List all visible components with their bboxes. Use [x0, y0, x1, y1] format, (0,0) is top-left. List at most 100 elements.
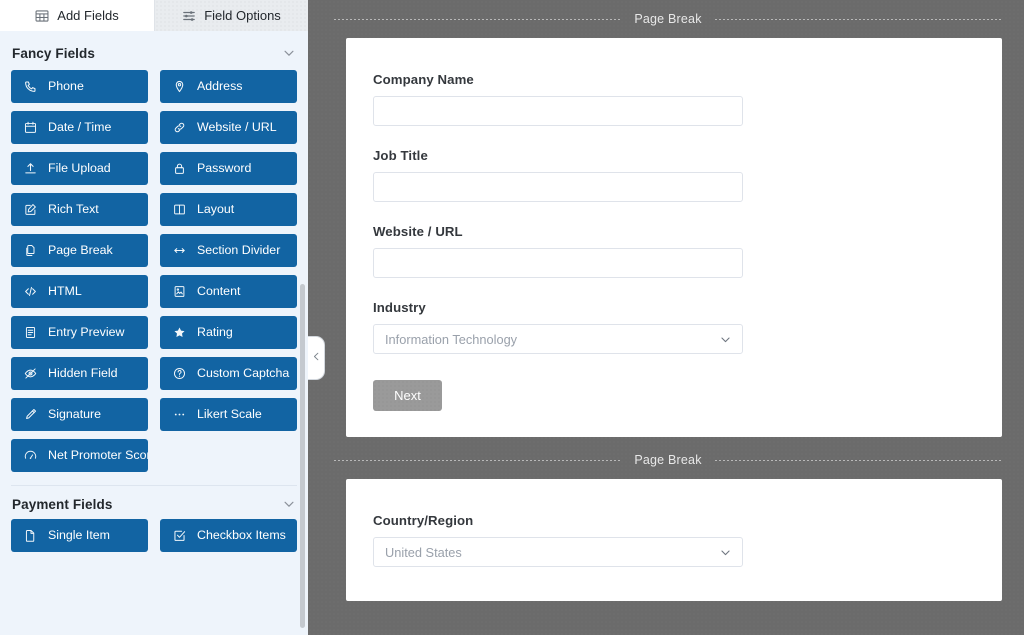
- field-label: Content: [197, 284, 241, 299]
- group-header-payment-fields[interactable]: Payment Fields: [11, 485, 297, 519]
- sidebar-scrollbar[interactable]: [300, 284, 305, 628]
- field-button-rich-text[interactable]: Rich Text: [11, 193, 148, 226]
- field-button-rating[interactable]: Rating: [160, 316, 297, 349]
- checkbox-icon: [172, 529, 186, 543]
- field-button-html[interactable]: HTML: [11, 275, 148, 308]
- field-label: Likert Scale: [197, 407, 262, 422]
- upload-icon: [23, 162, 37, 176]
- field-label-country-region: Country/Region: [373, 513, 474, 528]
- fancy-fields-grid: Phone Address Date / Time Website / URL …: [11, 70, 297, 474]
- pen-icon: [23, 408, 37, 422]
- columns-icon: [172, 203, 186, 217]
- company-name-input[interactable]: [373, 96, 743, 126]
- form-field-job-title[interactable]: Job Title: [373, 148, 975, 202]
- fields-list-scroll-area[interactable]: Fancy Fields Phone Address Date / Time W…: [0, 31, 308, 635]
- field-button-net-promoter-score[interactable]: Net Promoter Score: [11, 439, 148, 472]
- industry-select-value: Information Technology: [385, 331, 518, 347]
- form-page-two[interactable]: Country/Region United States: [346, 479, 1002, 601]
- country-region-select-value: United States: [385, 544, 462, 560]
- document-lines-icon: [23, 326, 37, 340]
- phone-icon: [23, 80, 37, 94]
- field-button-content[interactable]: Content: [160, 275, 297, 308]
- form-builder-app: Add Fields Field Options Fancy Fields Ph…: [0, 0, 1024, 635]
- field-label-job-title: Job Title: [373, 148, 428, 163]
- field-label: Date / Time: [48, 120, 112, 135]
- field-label: HTML: [48, 284, 82, 299]
- map-pin-icon: [172, 80, 186, 94]
- field-button-phone[interactable]: Phone: [11, 70, 148, 103]
- form-field-country-region[interactable]: Country/Region United States: [373, 513, 975, 567]
- field-button-date-time[interactable]: Date / Time: [11, 111, 148, 144]
- field-button-address[interactable]: Address: [160, 70, 297, 103]
- field-button-likert-scale[interactable]: Likert Scale: [160, 398, 297, 431]
- group-header-fancy-fields[interactable]: Fancy Fields: [11, 36, 297, 70]
- field-button-checkbox-items[interactable]: Checkbox Items: [160, 519, 297, 552]
- pages-icon: [23, 244, 37, 258]
- code-icon: [23, 285, 37, 299]
- field-label: Page Break: [48, 243, 113, 258]
- field-label: File Upload: [48, 161, 111, 176]
- page-break-divider-bottom[interactable]: Page Break: [320, 441, 1024, 479]
- field-button-hidden-field[interactable]: Hidden Field: [11, 357, 148, 390]
- panel-tabs: Add Fields Field Options: [0, 0, 308, 31]
- field-label: Password: [197, 161, 252, 176]
- next-button[interactable]: Next: [373, 380, 442, 411]
- industry-select[interactable]: Information Technology: [373, 324, 743, 354]
- job-title-input[interactable]: [373, 172, 743, 202]
- field-button-website-url[interactable]: Website / URL: [160, 111, 297, 144]
- pencil-square-icon: [23, 203, 37, 217]
- field-label: Hidden Field: [48, 366, 118, 381]
- page-break-label: Page Break: [634, 453, 702, 467]
- field-button-signature[interactable]: Signature: [11, 398, 148, 431]
- link-icon: [172, 121, 186, 135]
- chevron-down-icon: [719, 333, 732, 346]
- field-button-section-divider[interactable]: Section Divider: [160, 234, 297, 267]
- chevron-down-icon[interactable]: [282, 497, 296, 511]
- field-label: Layout: [197, 202, 235, 217]
- arrows-horizontal-icon: [172, 244, 186, 258]
- field-button-file-upload[interactable]: File Upload: [11, 152, 148, 185]
- tab-field-options-label: Field Options: [204, 8, 281, 23]
- field-button-layout[interactable]: Layout: [160, 193, 297, 226]
- page-break-label: Page Break: [634, 12, 702, 26]
- dots-icon: [172, 408, 186, 422]
- form-field-company-name[interactable]: Company Name: [373, 72, 975, 126]
- field-button-single-item[interactable]: Single Item: [11, 519, 148, 552]
- group-title-payment-fields: Payment Fields: [12, 496, 113, 512]
- page-break-line-right: [714, 459, 1003, 461]
- field-button-page-break[interactable]: Page Break: [11, 234, 148, 267]
- field-label: Rating: [197, 325, 233, 340]
- star-icon: [172, 326, 186, 340]
- field-button-custom-captcha[interactable]: Custom Captcha: [160, 357, 297, 390]
- field-button-entry-preview[interactable]: Entry Preview: [11, 316, 148, 349]
- page-break-divider-top[interactable]: Page Break: [320, 0, 1024, 38]
- question-circle-icon: [172, 367, 186, 381]
- form-field-industry[interactable]: Industry Information Technology: [373, 300, 975, 354]
- chevron-left-icon: [311, 349, 322, 367]
- field-label: Net Promoter Score: [48, 448, 148, 463]
- country-region-select[interactable]: United States: [373, 537, 743, 567]
- page-break-line-left: [334, 459, 622, 461]
- add-fields-panel: Add Fields Field Options Fancy Fields Ph…: [0, 0, 308, 635]
- page-break-line-right: [714, 18, 1003, 20]
- file-icon: [23, 529, 37, 543]
- tab-add-fields[interactable]: Add Fields: [0, 0, 154, 31]
- website-url-input[interactable]: [373, 248, 743, 278]
- chevron-down-icon[interactable]: [282, 46, 296, 60]
- form-field-website-url[interactable]: Website / URL: [373, 224, 975, 278]
- field-label: Website / URL: [197, 120, 277, 135]
- field-label: Address: [197, 79, 243, 94]
- form-page-one[interactable]: Company Name Job Title Website / URL Ind…: [346, 38, 1002, 437]
- field-label-company-name: Company Name: [373, 72, 474, 87]
- tab-field-options[interactable]: Field Options: [154, 0, 308, 31]
- chevron-down-icon: [719, 546, 732, 559]
- field-label: Signature: [48, 407, 102, 422]
- payment-fields-grid: Single Item Checkbox Items: [11, 519, 297, 554]
- field-button-password[interactable]: Password: [160, 152, 297, 185]
- collapse-panel-handle[interactable]: [308, 336, 325, 380]
- eye-slash-icon: [23, 367, 37, 381]
- form-preview-canvas[interactable]: Page Break Company Name Job Title Websit…: [308, 0, 1024, 635]
- group-title-fancy-fields: Fancy Fields: [12, 45, 95, 61]
- field-label-website-url: Website / URL: [373, 224, 463, 239]
- field-label: Section Divider: [197, 243, 281, 258]
